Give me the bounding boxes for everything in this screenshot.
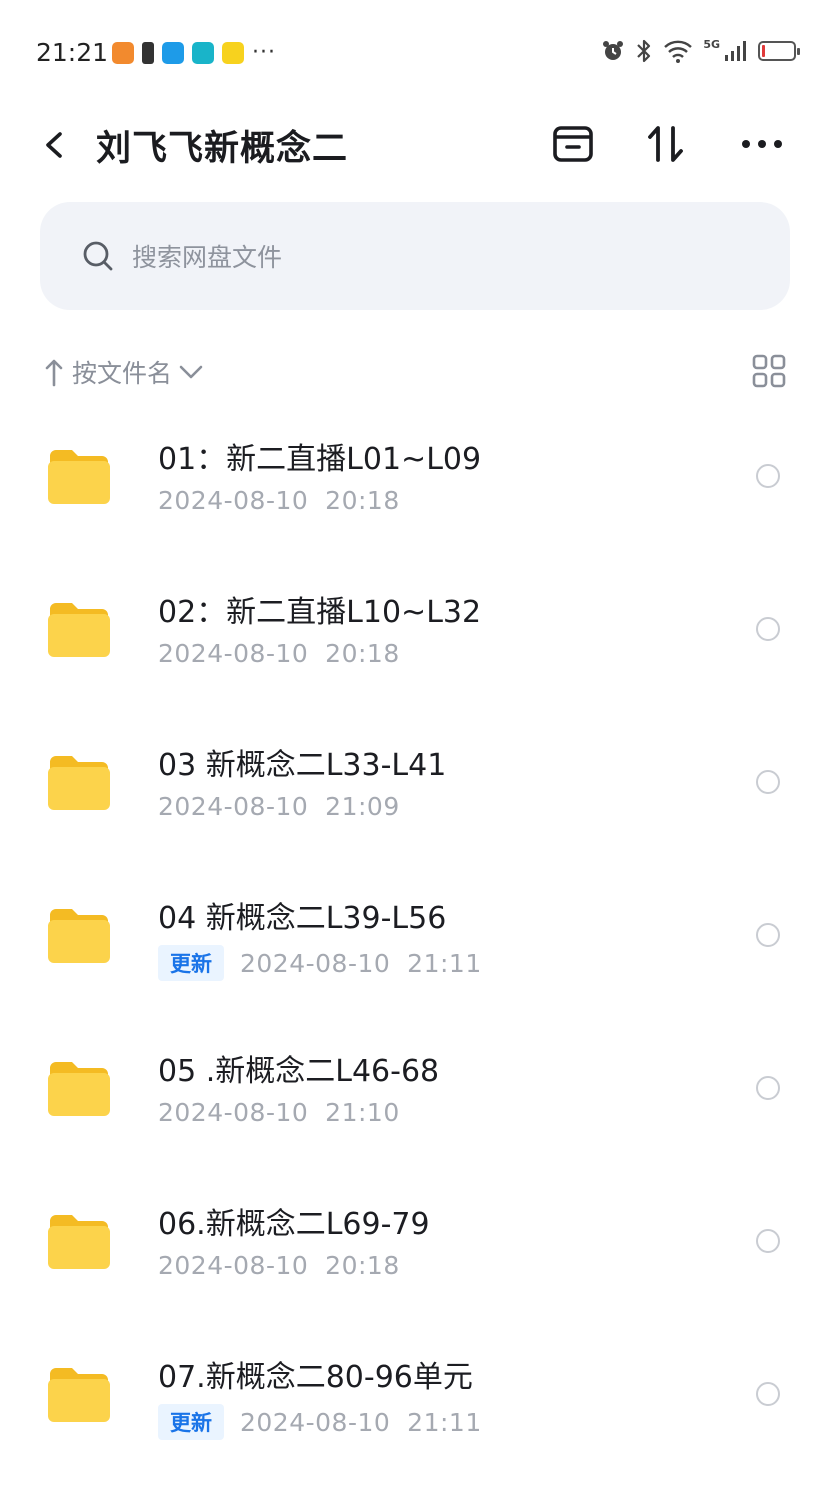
file-meta: 2024-08-10 20:18 [158, 486, 400, 515]
select-checkbox[interactable] [756, 1382, 780, 1406]
file-name: 06.新概念二L69-79 [158, 1207, 430, 1242]
folder-icon [48, 1368, 110, 1422]
arrow-up-icon [45, 359, 63, 387]
file-list-item[interactable]: 05 .新概念二L46-68 2024-08-10 21:10 [0, 1012, 830, 1165]
sort-order-icon[interactable] [642, 120, 690, 168]
xianyu-app-icon [222, 41, 244, 64]
signal-icon [725, 41, 746, 61]
file-list-item[interactable]: 07.新概念二80-96单元 更新 2024-08-10 21:11 [0, 1318, 830, 1471]
select-checkbox[interactable] [756, 464, 780, 488]
file-date: 2024-08-10 20:18 [158, 1251, 400, 1280]
search-icon [83, 241, 113, 271]
select-checkbox[interactable] [756, 770, 780, 794]
file-date: 2024-08-10 21:11 [240, 1407, 482, 1437]
select-checkbox[interactable] [756, 617, 780, 641]
file-name: 04 新概念二L39-L56 [158, 901, 447, 936]
file-list-item[interactable]: 04 新概念二L39-L56 更新 2024-08-10 21:11 [0, 859, 830, 1012]
select-checkbox[interactable] [756, 1076, 780, 1100]
folder-icon [48, 450, 110, 504]
boss-app-icon [192, 41, 214, 64]
folder-icon [48, 909, 110, 963]
network-type: 5G [703, 38, 720, 51]
wifi-icon [664, 40, 693, 63]
archive-icon[interactable] [549, 120, 597, 168]
file-list-item[interactable]: 06.新概念二L69-79 2024-08-10 20:18 [0, 1165, 830, 1318]
folder-icon [48, 1062, 110, 1116]
file-date: 2024-08-10 21:09 [158, 792, 400, 821]
back-icon[interactable] [38, 124, 74, 166]
file-date: 2024-08-10 21:11 [240, 948, 482, 978]
folder-icon [48, 603, 110, 657]
chevron-down-icon [179, 365, 203, 379]
file-meta: 2024-08-10 20:18 [158, 639, 400, 668]
sort-label: 按文件名 [72, 359, 173, 388]
grid-view-icon[interactable] [752, 354, 786, 388]
sort-selector[interactable]: 按文件名 [44, 350, 204, 394]
update-badge: 更新 [158, 1404, 224, 1440]
status-indicators: 5G [601, 38, 800, 64]
file-date: 2024-08-10 20:18 [158, 486, 400, 515]
file-name: 05 .新概念二L46-68 [158, 1054, 440, 1089]
battery-saver-icon [142, 41, 154, 64]
file-date: 2024-08-10 20:18 [158, 639, 400, 668]
top-app-bar: 刘飞飞新概念二 [0, 100, 830, 190]
search-input[interactable] [130, 232, 734, 282]
file-meta: 更新 2024-08-10 21:11 [158, 1404, 482, 1440]
select-checkbox[interactable] [756, 1229, 780, 1253]
file-list-item[interactable]: 03 新概念二L33-L41 2024-08-10 21:09 [0, 706, 830, 859]
battery-icon [758, 41, 800, 61]
file-meta: 2024-08-10 21:10 [158, 1098, 400, 1127]
file-list: 01：新二直播L01~L09 2024-08-10 20:18 02：新二直播L… [0, 400, 830, 1471]
select-checkbox[interactable] [756, 923, 780, 947]
notification-icons: ··· [112, 40, 276, 65]
file-meta: 2024-08-10 21:09 [158, 792, 400, 821]
file-list-item[interactable]: 01：新二直播L01~L09 2024-08-10 20:18 [0, 400, 830, 553]
folder-icon [48, 1215, 110, 1269]
file-meta: 更新 2024-08-10 21:11 [158, 945, 482, 981]
file-meta: 2024-08-10 20:18 [158, 1251, 400, 1280]
app-orange-icon [112, 41, 134, 64]
folder-icon [48, 756, 110, 810]
bluetooth-icon [637, 39, 651, 63]
update-badge: 更新 [158, 945, 224, 981]
page-title: 刘飞飞新概念二 [96, 129, 349, 169]
file-name: 01：新二直播L01~L09 [158, 442, 482, 477]
more-options-icon[interactable] [738, 120, 786, 168]
search-bar[interactable] [40, 202, 790, 310]
file-name: 02：新二直播L10~L32 [158, 595, 482, 630]
file-list-item[interactable]: 02：新二直播L10~L32 2024-08-10 20:18 [0, 553, 830, 706]
file-date: 2024-08-10 21:10 [158, 1098, 400, 1127]
alarm-icon [603, 41, 624, 60]
status-bar: 21:21 ··· 5G [0, 0, 830, 100]
file-name: 07.新概念二80-96单元 [158, 1360, 473, 1395]
file-name: 03 新概念二L33-L41 [158, 748, 447, 783]
reader-app-icon [162, 41, 184, 64]
more-notifications-icon: ··· [252, 40, 276, 65]
status-time: 21:21 [36, 38, 109, 67]
